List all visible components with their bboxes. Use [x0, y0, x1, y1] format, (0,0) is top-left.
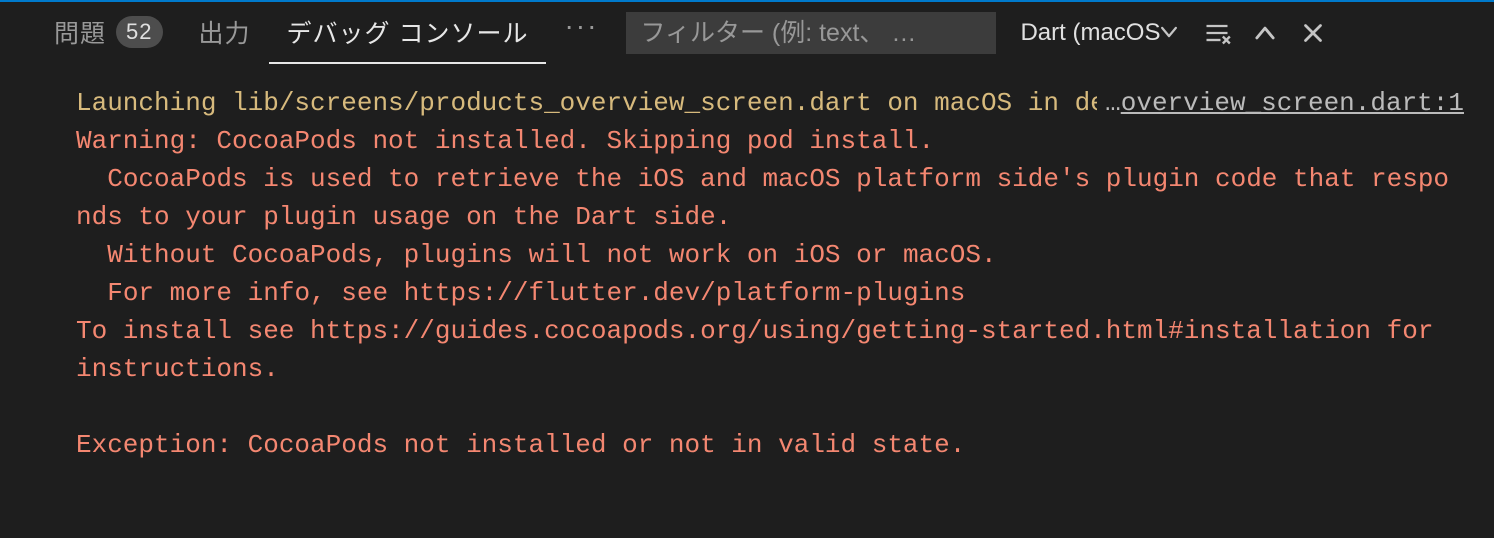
- clear-all-icon: [1203, 19, 1231, 47]
- tab-debug-console[interactable]: デバッグ コンソール: [269, 2, 547, 64]
- problems-count-badge: 52: [116, 16, 162, 48]
- console-error-block: Warning: CocoaPods not installed. Skippi…: [76, 122, 1464, 464]
- tab-overflow-button[interactable]: ···: [546, 12, 616, 40]
- debug-session-dropdown[interactable]: Dart (macOS: [1006, 17, 1188, 50]
- tab-debug-console-label: デバッグ コンソール: [287, 14, 529, 50]
- debug-session-label: Dart (macOS: [1020, 19, 1160, 47]
- clear-console-button[interactable]: [1198, 14, 1236, 52]
- source-file-link[interactable]: overview_screen.dart:1: [1097, 84, 1464, 122]
- overflow-label: ···: [564, 10, 598, 41]
- tab-output[interactable]: 出力: [181, 2, 269, 64]
- filter-input[interactable]: [626, 12, 996, 54]
- tab-problems-label: 問題: [54, 14, 106, 50]
- tab-problems[interactable]: 問題 52: [36, 2, 181, 64]
- close-panel-button[interactable]: [1294, 14, 1332, 52]
- panel-container: 問題 52 出力 デバッグ コンソール ··· Dart (macOS: [0, 2, 1494, 538]
- tab-output-label: 出力: [199, 14, 251, 50]
- close-icon: [1301, 21, 1325, 45]
- debug-console-output[interactable]: overview_screen.dart:1 Launching lib/scr…: [0, 64, 1494, 538]
- collapse-panel-button[interactable]: [1246, 14, 1284, 52]
- chevron-down-icon: [1158, 21, 1180, 50]
- panel-tab-bar: 問題 52 出力 デバッグ コンソール ··· Dart (macOS: [0, 2, 1494, 64]
- chevron-up-icon: [1252, 20, 1278, 46]
